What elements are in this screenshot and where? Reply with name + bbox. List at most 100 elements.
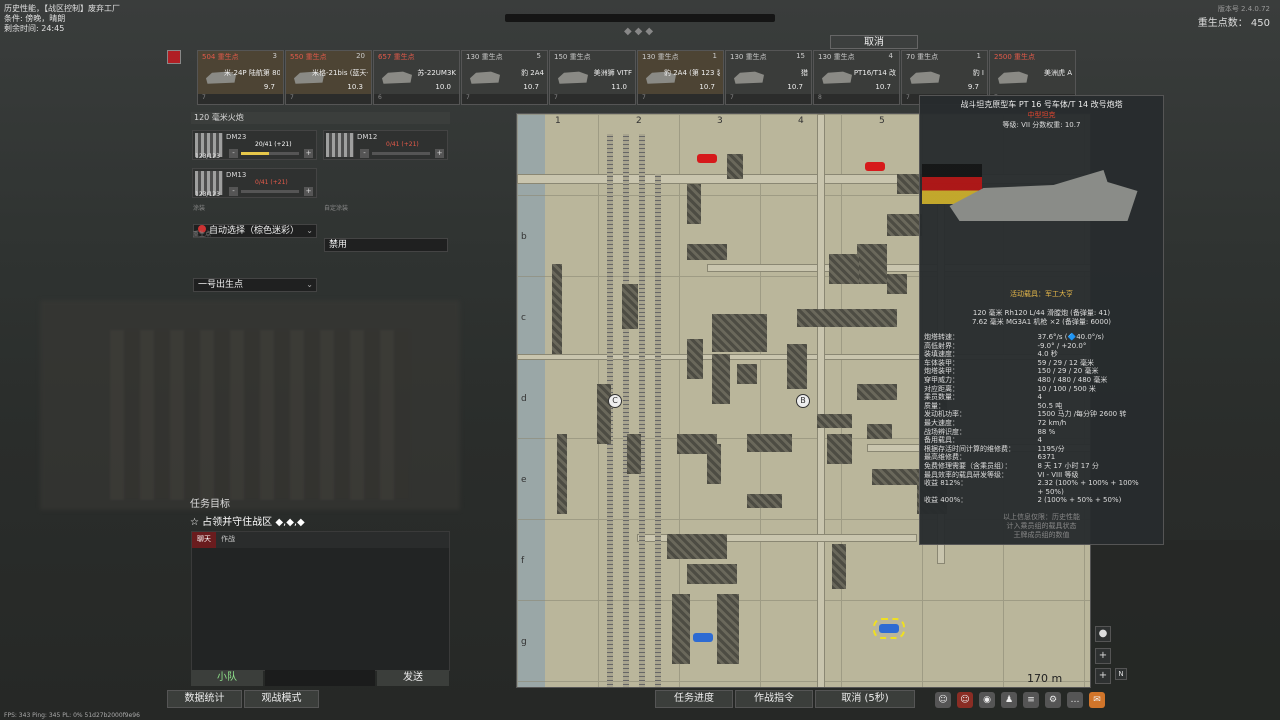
stats-table: 炮塔转速： 37.6°/s (🔷40.0°/s) 高低射界： -9.0° / +20.… bbox=[924, 333, 1160, 505]
voice-icon[interactable]: ◉ bbox=[979, 692, 995, 708]
map-row-label: f bbox=[521, 556, 525, 566]
ammo-decrease-button[interactable]: - bbox=[360, 149, 369, 158]
decal-select[interactable]: 禁用 bbox=[324, 238, 448, 252]
send-button[interactable]: 发送 bbox=[377, 670, 449, 686]
stat-label: 装填速度： bbox=[924, 350, 959, 359]
map-building bbox=[622, 284, 638, 329]
capture-zone-c[interactable]: C bbox=[608, 394, 622, 408]
vehicle-icon bbox=[382, 71, 412, 84]
spectate-button[interactable]: 观战模式 bbox=[244, 690, 319, 708]
mail-icon[interactable]: ✉ bbox=[1089, 692, 1105, 708]
vehicle-icon bbox=[734, 71, 764, 84]
vehicle-rank: 7 bbox=[198, 94, 283, 104]
respawn-label: 重生点数： bbox=[1197, 18, 1248, 29]
map-building bbox=[827, 434, 852, 464]
vehicle-name: 米格-21bis (蓝天-M) bbox=[312, 69, 368, 77]
stat-label bbox=[924, 488, 1033, 497]
vehicle-name: 美洲虎 A bbox=[1043, 69, 1072, 77]
stat-row: 装填速度： 4.0 秒 bbox=[924, 350, 1160, 359]
vehicle-name: 米-24P 陆航第 80 中队 bbox=[224, 69, 280, 77]
vehicle-count: 20 bbox=[356, 52, 365, 60]
cancel-top-button[interactable]: 取消 bbox=[830, 35, 918, 49]
vehicle-cost: 504 重生点 bbox=[202, 53, 239, 61]
ammo-slider[interactable] bbox=[241, 152, 299, 155]
ammo-slot[interactable]: DM23 20/41 (+21) 123/123 - + bbox=[192, 130, 317, 160]
ammo-slot[interactable]: DM12 0/41 (+21) - + bbox=[323, 130, 448, 160]
chat-input[interactable] bbox=[265, 670, 375, 686]
squad-channel-button[interactable]: 小队 bbox=[191, 670, 263, 686]
vehicle-card[interactable]: 150 重生点 美洲狮 VITF 11.0 7 bbox=[549, 50, 636, 105]
map-building bbox=[747, 434, 792, 452]
vehicle-name: 豹 I bbox=[972, 69, 984, 77]
vehicle-count: 15 bbox=[796, 52, 805, 60]
info-icon[interactable]: ● bbox=[1095, 626, 1111, 642]
map-building bbox=[829, 254, 859, 284]
ammo-decrease-button[interactable]: - bbox=[229, 149, 238, 158]
mission-progress-button[interactable]: 任务进度 bbox=[655, 690, 733, 708]
ammo-decrease-button[interactable]: - bbox=[229, 187, 238, 196]
ally-tank-icon bbox=[693, 633, 713, 642]
ammo-slider[interactable] bbox=[241, 190, 299, 193]
vehicle-card[interactable]: 504 重生点 3 米-24P 陆航第 80 中队 9.7 7 bbox=[197, 50, 284, 105]
settings-icon[interactable]: ⚙ bbox=[1045, 692, 1061, 708]
map-building bbox=[557, 434, 567, 514]
vehicle-name: 美洲狮 VITF bbox=[593, 69, 632, 77]
vehicle-tooltip: 战斗坦克原型车 PT 16 号车体/T 14 改号炮塔 中型坦克 等级: VII… bbox=[919, 95, 1164, 545]
ammo-increase-button[interactable]: + bbox=[304, 149, 313, 158]
fps-readout: FPS: 343 Ping: 345 PL: 0% 51d27b2000f9e9… bbox=[4, 712, 140, 719]
chat-bubble-icon[interactable]: … bbox=[1067, 692, 1083, 708]
player-avatar-icon[interactable]: ☺ bbox=[957, 692, 973, 708]
stat-value: 150 / 29 / 20 毫米 bbox=[1037, 367, 1099, 376]
vehicle-card[interactable]: 550 重生点 20 米格-21bis (蓝天-M) 10.3 7 bbox=[285, 50, 372, 105]
weather-condition: 条件: 傍晚，晴朗 bbox=[4, 14, 66, 23]
player-tank-icon bbox=[873, 618, 905, 639]
ammo-slot[interactable]: DM13 0/41 (+21) 123/123 - + bbox=[192, 168, 317, 198]
ammo-increase-button[interactable]: + bbox=[435, 149, 444, 158]
spawn-select[interactable]: 一号出生点 ⌄ bbox=[193, 278, 317, 292]
map-building bbox=[597, 384, 611, 444]
stats-button[interactable]: 数据统计 bbox=[167, 690, 242, 708]
squad-member-icon[interactable]: ☺ bbox=[935, 692, 951, 708]
tooltip-rank: 等级: VII 分数权重: 10.7 bbox=[1002, 121, 1081, 129]
map-row-label: b bbox=[521, 232, 527, 242]
stat-value: 8 天 17 小时 17 分 bbox=[1037, 461, 1099, 470]
vehicle-card[interactable]: 130 重生点 1 豹 2A4 (第 123 装甲营) 10.7 7 bbox=[637, 50, 724, 105]
vehicle-cost: 150 重生点 bbox=[554, 53, 591, 61]
stat-value: 88 % bbox=[1037, 427, 1056, 436]
chevron-down-icon: ⌄ bbox=[306, 226, 313, 235]
stat-row: 收益 400%： 2 (100% + 50% + 50%) bbox=[924, 496, 1160, 505]
stat-row: 最高维修费： 6371 bbox=[924, 453, 1160, 462]
zoom-in-icon[interactable]: + bbox=[1095, 648, 1111, 664]
version-label: 版本号 2.4.0.72 bbox=[1217, 5, 1270, 13]
stat-value: 2 (100% + 50% + 50%) bbox=[1037, 496, 1122, 505]
vehicle-card[interactable]: 657 重生点 苏-22UM3K 10.0 6 bbox=[373, 50, 460, 105]
vehicle-card[interactable]: 130 重生点 5 豹 2A4 10.7 7 bbox=[461, 50, 548, 105]
vehicle-card[interactable]: 130 重生点 15 猎 10.7 7 bbox=[725, 50, 812, 105]
map-building bbox=[687, 339, 703, 379]
camo-select[interactable]: 自动选择（棕色迷彩） ⌄ bbox=[193, 224, 317, 238]
stat-row: 炮塔转速： 37.6°/s (🔷40.0°/s) bbox=[924, 333, 1160, 342]
tab-chat[interactable]: 聊天 bbox=[192, 532, 216, 548]
tab-battle[interactable]: 作战 bbox=[216, 532, 240, 548]
top-status-bar bbox=[505, 14, 775, 22]
cancel-countdown-button[interactable]: 取消 (5秒) bbox=[815, 690, 915, 708]
battle-orders-button[interactable]: 作战指令 bbox=[735, 690, 813, 708]
stat-row: 对应距离： 10 / 100 / 500 米 bbox=[924, 385, 1160, 394]
stat-row: 发动机功率： 1500 马力 /每分钟 2600 转 bbox=[924, 410, 1160, 419]
list-icon[interactable]: ≡ bbox=[1023, 692, 1039, 708]
capture-zone-b[interactable]: B bbox=[796, 394, 810, 408]
map-building bbox=[687, 564, 737, 584]
tooltip-title: 战斗坦克原型车 PT 16 号车体/T 14 改号炮塔 bbox=[960, 100, 1123, 109]
map-railway bbox=[655, 174, 661, 687]
map-col-label: 4 bbox=[798, 116, 804, 126]
stat-value: 480 / 480 / 480 毫米 bbox=[1037, 375, 1108, 384]
zoom-out-icon[interactable]: + bbox=[1095, 668, 1111, 684]
map-col-label: 5 bbox=[879, 116, 885, 126]
ammo-slider[interactable] bbox=[372, 152, 430, 155]
vehicle-count: 5 bbox=[536, 52, 541, 60]
user-icon[interactable]: ♟ bbox=[1001, 692, 1017, 708]
map-building bbox=[887, 214, 922, 236]
vehicle-br: 10.7 bbox=[787, 83, 803, 91]
ammo-increase-button[interactable]: + bbox=[304, 187, 313, 196]
vehicle-card[interactable]: 130 重生点 4 PT16/T14 改 10.7 8 bbox=[813, 50, 900, 105]
